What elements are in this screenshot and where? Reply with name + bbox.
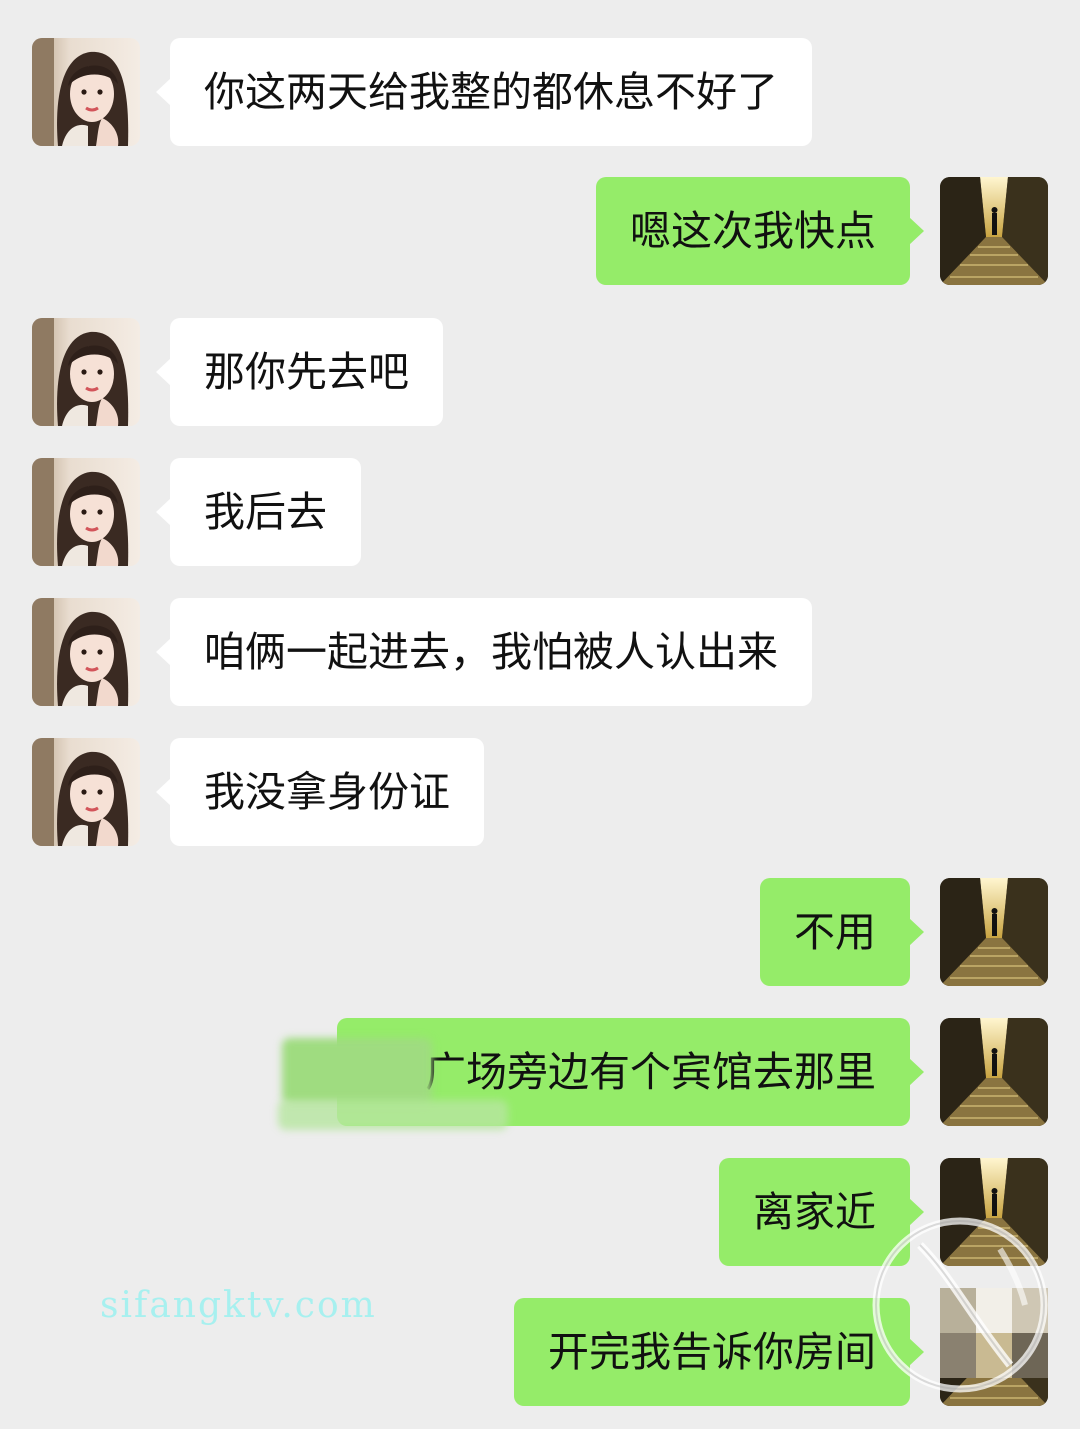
- watermark-text: sifangktv.com: [100, 1285, 377, 1326]
- girl-avatar-icon: [32, 598, 140, 706]
- message-row: 恒 广场旁边有个宾馆去那里: [0, 1018, 1080, 1130]
- alley-avatar-icon: [940, 1018, 1048, 1126]
- outgoing-message-bubble[interactable]: 不用: [760, 878, 924, 986]
- incoming-message-bubble[interactable]: 我后去: [156, 458, 361, 566]
- contact-avatar[interactable]: [32, 458, 140, 566]
- message-row: 我没拿身份证: [0, 738, 1080, 846]
- message-row: 那你先去吧: [0, 318, 1080, 426]
- message-row: 不用: [0, 878, 1080, 986]
- contact-avatar[interactable]: [32, 38, 140, 146]
- contact-avatar[interactable]: [32, 318, 140, 426]
- incoming-message-bubble[interactable]: 我没拿身份证: [156, 738, 484, 846]
- message-row: 嗯这次我快点: [0, 177, 1080, 285]
- girl-avatar-icon: [32, 458, 140, 566]
- girl-avatar-icon: [32, 318, 140, 426]
- my-avatar[interactable]: [940, 878, 1048, 986]
- my-avatar[interactable]: [940, 177, 1048, 285]
- girl-avatar-icon: [32, 738, 140, 846]
- alley-avatar-icon: [940, 878, 1048, 986]
- redaction-blur: [282, 1038, 432, 1104]
- incoming-message-bubble[interactable]: 那你先去吧: [156, 318, 443, 426]
- outgoing-message-bubble[interactable]: 嗯这次我快点: [596, 177, 924, 285]
- message-row: 你这两天给我整的都休息不好了: [0, 38, 1080, 146]
- alley-avatar-icon: [940, 177, 1048, 285]
- incoming-message-bubble[interactable]: 你这两天给我整的都休息不好了: [156, 38, 812, 146]
- outgoing-message-bubble[interactable]: 开完我告诉你房间: [514, 1298, 924, 1406]
- incoming-message-bubble[interactable]: 咱俩一起进去，我怕被人认出来: [156, 598, 812, 706]
- redaction-blur: [278, 1100, 508, 1130]
- message-row: 咱俩一起进去，我怕被人认出来: [0, 598, 1080, 706]
- my-avatar[interactable]: [940, 1018, 1048, 1126]
- contact-avatar[interactable]: [32, 738, 140, 846]
- watermark-logo-icon: [872, 1217, 1048, 1393]
- contact-avatar[interactable]: [32, 598, 140, 706]
- girl-avatar-icon: [32, 38, 140, 146]
- message-row: 我后去: [0, 458, 1080, 566]
